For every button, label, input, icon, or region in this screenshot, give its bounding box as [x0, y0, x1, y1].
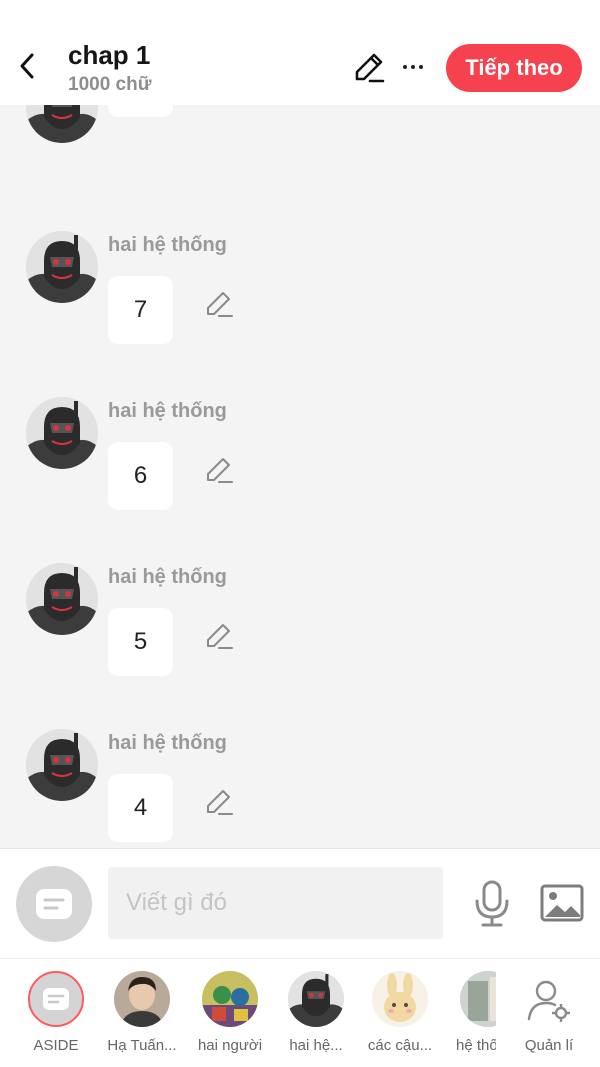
pencil-icon: [355, 53, 385, 83]
message-bubble[interactable]: 5: [108, 608, 173, 676]
character-item[interactable]: hai hệ...: [276, 971, 356, 1061]
avatar[interactable]: [26, 231, 98, 303]
word-count: 1000 chữ: [68, 74, 152, 95]
image-upload-button[interactable]: [540, 883, 584, 923]
message-bubble[interactable]: 4: [108, 774, 173, 842]
microphone-icon: [475, 880, 509, 927]
robot-avatar-icon: [26, 105, 98, 143]
avatar[interactable]: [26, 397, 98, 469]
character-name: các cậu...: [367, 1037, 433, 1054]
composer: [0, 848, 600, 958]
avatar[interactable]: [26, 563, 98, 635]
message-bubble[interactable]: 7: [108, 276, 173, 344]
pencil-icon: [207, 790, 233, 815]
microphone-button[interactable]: [472, 879, 512, 929]
pencil-icon: [207, 292, 233, 317]
pencil-icon: [207, 458, 233, 483]
manage-characters-button[interactable]: Quản lí: [516, 971, 582, 1061]
edit-message-button[interactable]: [204, 455, 234, 485]
note-icon: [36, 889, 72, 919]
next-button[interactable]: Tiếp theo: [446, 44, 582, 92]
sender-name: hai hệ thống: [108, 234, 227, 256]
robot-avatar-icon: [288, 971, 344, 1027]
dot: [419, 65, 423, 69]
message-item: hai hệ thống 4: [0, 729, 600, 848]
sender-name: hai hệ thống: [108, 732, 227, 754]
sender-name: hai hệ thống: [108, 566, 227, 588]
avatar: [288, 971, 344, 1027]
header: chap 1 1000 chữ Tiếp theo: [0, 0, 600, 105]
robot-avatar-icon: [26, 563, 98, 635]
avatar[interactable]: [26, 105, 98, 143]
avatar: [114, 971, 170, 1027]
edit-message-button[interactable]: [204, 621, 234, 651]
chat-editor-screen: chap 1 1000 chữ Tiếp theo hai hệ thống 7…: [0, 0, 600, 1067]
page-title: chap 1: [68, 40, 151, 70]
aside-toggle-button[interactable]: [16, 866, 92, 942]
cartoon-duo-icon: [202, 971, 258, 1027]
character-name: Hạ Tuấn...: [107, 1037, 177, 1054]
character-name: ASIDE: [33, 1037, 79, 1054]
manage-label: Quản lí: [524, 1037, 574, 1054]
character-name: hệ thố: [456, 1037, 496, 1054]
message-input[interactable]: [108, 867, 443, 939]
edit-message-button[interactable]: [204, 289, 234, 319]
robot-avatar-icon: [26, 397, 98, 469]
bunny-icon: [372, 971, 428, 1027]
character-item[interactable]: các cậu...: [360, 971, 440, 1061]
character-name: hai người: [197, 1037, 263, 1054]
avatar[interactable]: [26, 729, 98, 801]
character-item[interactable]: hệ thố: [448, 971, 496, 1061]
message-bubble[interactable]: 8: [108, 105, 173, 117]
edit-title-button[interactable]: [352, 50, 386, 84]
sender-name: hai hệ thống: [108, 400, 227, 422]
robot-avatar-icon: [26, 231, 98, 303]
message-bubble[interactable]: 6: [108, 442, 173, 510]
aside-avatar: [28, 971, 84, 1027]
message-item: hai hệ thống 5: [0, 563, 600, 729]
dot: [411, 65, 415, 69]
note-icon: [43, 988, 69, 1010]
avatar: [372, 971, 428, 1027]
avatar: [202, 971, 258, 1027]
message-item: hai hệ thống 6: [0, 397, 600, 563]
chevron-left-icon: [20, 53, 34, 79]
edit-message-button[interactable]: [204, 787, 234, 817]
back-button[interactable]: [12, 48, 42, 84]
person-photo-icon: [114, 971, 170, 1027]
robot-avatar-icon: [26, 729, 98, 801]
photo-icon: [460, 971, 496, 1027]
image-icon: [540, 884, 584, 922]
character-name: hai hệ...: [289, 1037, 343, 1054]
dot: [403, 65, 407, 69]
character-bar: ASIDE Hạ Tuấn... hai người hai hệ... các…: [0, 958, 600, 1067]
character-item[interactable]: Hạ Tuấn...: [102, 971, 182, 1061]
user-settings-icon: [527, 980, 570, 1022]
character-item[interactable]: hai người: [190, 971, 270, 1061]
more-options-button[interactable]: [398, 52, 428, 82]
avatar: [460, 971, 496, 1027]
pencil-icon: [207, 624, 233, 649]
character-aside[interactable]: ASIDE: [16, 971, 96, 1061]
message-list[interactable]: 8 hai hệ thống: [0, 105, 600, 848]
message-item: hai hệ thống 7: [0, 231, 600, 397]
